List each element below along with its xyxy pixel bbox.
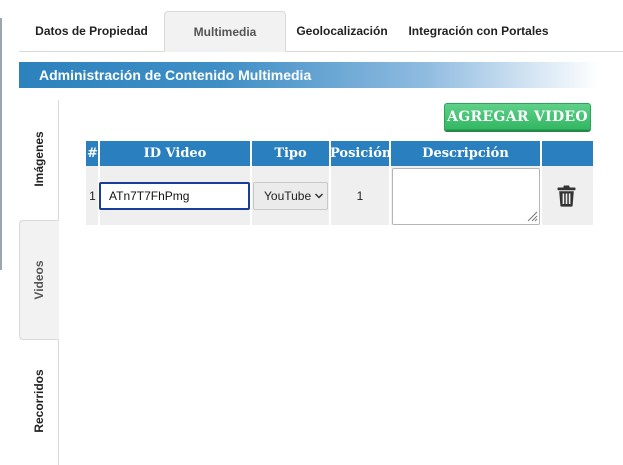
side-tab-recorridos[interactable]: Recorridos (19, 340, 59, 462)
cell-posicion: 1 (330, 166, 390, 225)
column-separator (540, 141, 542, 225)
header-id-video: ID Video (99, 141, 251, 166)
property-editor-page: Datos de Propiedad Multimedia Geolocaliz… (0, 0, 623, 465)
section-title-banner: Administración de Contenido Multimedia (19, 62, 599, 88)
video-type-value: YouTube (264, 189, 312, 203)
tab-integracion-con-portales[interactable]: Integración con Portales (398, 11, 559, 51)
side-tab-label: Imágenes (32, 131, 46, 187)
description-textarea[interactable] (392, 168, 540, 225)
top-tab-bar: Datos de Propiedad Multimedia Geolocaliz… (19, 11, 623, 52)
add-video-button[interactable]: AGREGAR VIDEO (444, 103, 591, 130)
trash-icon[interactable] (557, 185, 576, 207)
header-descripcion: Descripción (390, 141, 541, 166)
resize-handle-icon[interactable] (526, 210, 538, 222)
video-id-input[interactable] (99, 182, 250, 210)
side-tab-label: Videos (32, 260, 46, 300)
header-tipo: Tipo (251, 141, 330, 166)
column-separator (329, 141, 331, 225)
column-separator (389, 141, 391, 225)
video-type-select[interactable]: YouTube (253, 182, 328, 210)
header-posicion: Posición (330, 141, 391, 166)
column-separator (250, 141, 252, 225)
chevron-down-icon (314, 193, 324, 199)
left-edge-divider (0, 18, 2, 270)
tab-geolocalizacion[interactable]: Geolocalización (286, 11, 398, 51)
side-tab-label: Recorridos (32, 369, 46, 433)
tab-multimedia[interactable]: Multimedia (164, 11, 286, 52)
side-tab-imagenes[interactable]: Imágenes (19, 100, 59, 218)
row-position: 1 (356, 188, 364, 203)
tab-datos-de-propiedad[interactable]: Datos de Propiedad (19, 11, 164, 51)
header-actions (541, 141, 593, 166)
side-tab-videos[interactable]: Videos (19, 220, 59, 340)
